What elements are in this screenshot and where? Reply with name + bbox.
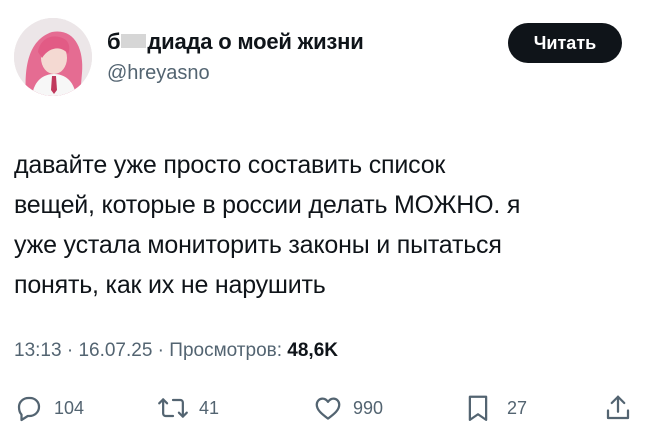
like-button[interactable]: 990 [313, 388, 383, 428]
tweet-text: давайте уже просто составить список веще… [14, 151, 521, 299]
meta-separator: · [61, 340, 79, 361]
tweet-meta: 13:13 · 16.07.25 · Просмотров: 48,6K [14, 340, 338, 362]
like-count: 990 [353, 397, 384, 418]
share-button[interactable] [604, 388, 632, 428]
tweet-time[interactable]: 13:13 [14, 340, 62, 361]
views-label: Просмотров: [169, 340, 288, 361]
retweet-arrows-icon [157, 393, 189, 423]
bookmark-button[interactable]: 27 [465, 388, 527, 428]
display-name-prefix: б [107, 29, 121, 54]
follow-button[interactable]: Читать [508, 23, 622, 63]
tweet-date[interactable]: 16.07.25 [78, 340, 152, 361]
avatar-image [14, 18, 92, 96]
meta-separator: · [152, 340, 170, 361]
speech-bubble-icon [14, 393, 44, 423]
retweet-count: 41 [199, 397, 220, 418]
action-bar: 104 41 990 27 [0, 388, 650, 428]
reply-count: 104 [54, 397, 85, 418]
censored-block [121, 34, 147, 48]
retweet-button[interactable]: 41 [157, 388, 219, 428]
display-name-suffix: диада о моей жизни [147, 29, 364, 54]
author-handle[interactable]: @hreyasno [107, 62, 210, 85]
heart-icon [313, 393, 343, 423]
reply-button[interactable]: 104 [14, 388, 84, 428]
avatar[interactable] [14, 18, 92, 96]
bookmark-icon [465, 393, 491, 423]
bookmark-count: 27 [507, 397, 528, 418]
views-count[interactable]: 48,6K [287, 340, 338, 361]
share-upload-icon [604, 393, 632, 423]
tweet-card: б диада о моей жизни @hreyasno Читать дав… [0, 0, 650, 442]
author-display-name[interactable]: б диада о моей жизни [107, 29, 364, 55]
